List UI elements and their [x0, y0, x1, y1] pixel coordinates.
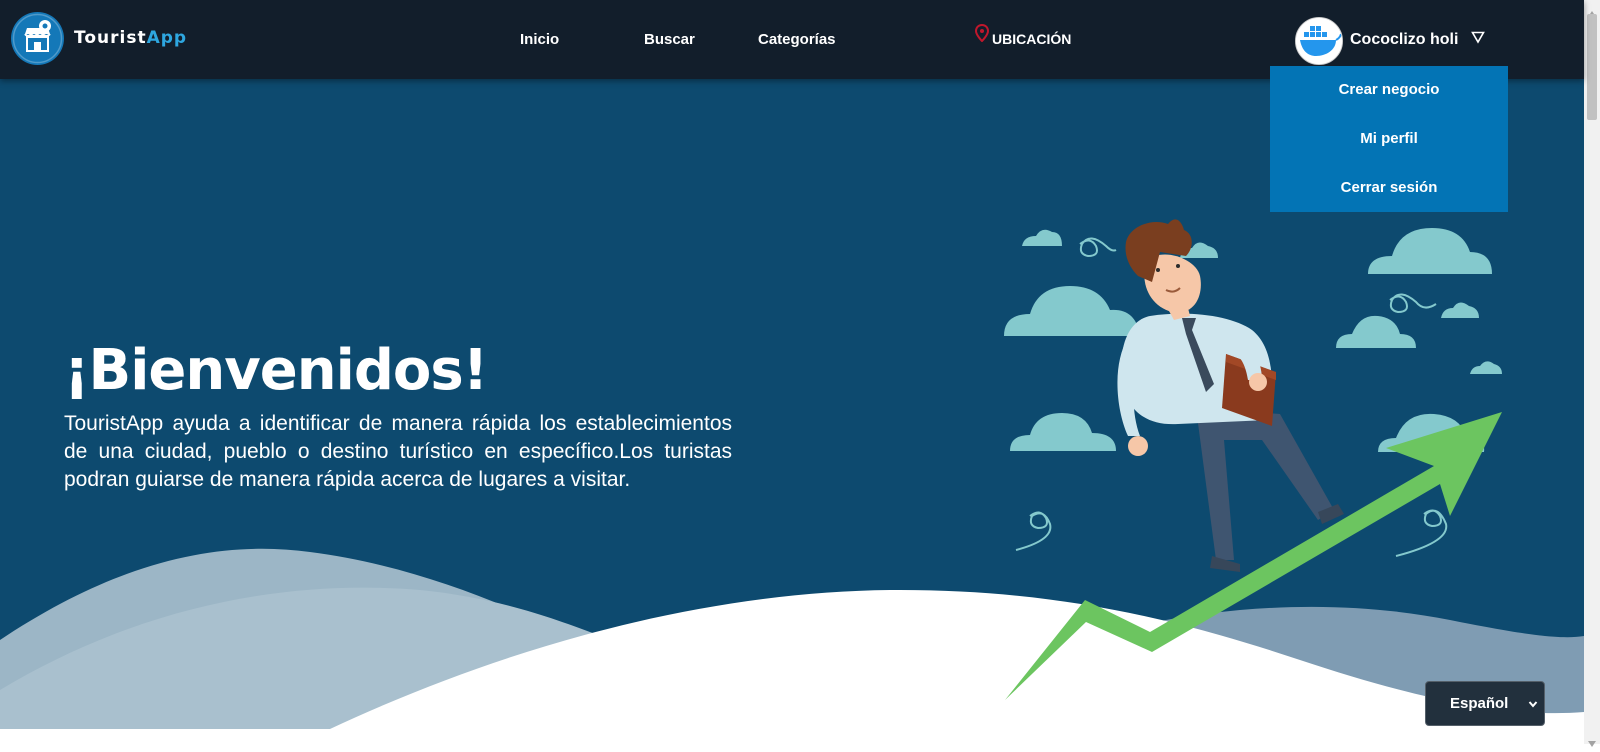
menu-item-mi-perfil[interactable]: Mi perfil: [1270, 130, 1508, 147]
brand-name[interactable]: TouristApp: [74, 28, 187, 48]
nav-link-categorias[interactable]: Categorías: [758, 31, 836, 48]
user-avatar[interactable]: [1295, 17, 1343, 65]
vertical-scrollbar[interactable]: [1584, 0, 1600, 747]
language-select[interactable]: Español: [1425, 681, 1545, 726]
businessman-illustration: [1117, 219, 1344, 572]
user-dropdown-menu: Crear negocio Mi perfil Cerrar sesión: [1270, 66, 1508, 212]
chevron-down-icon: [1528, 696, 1538, 713]
menu-item-crear-negocio[interactable]: Crear negocio: [1270, 81, 1508, 98]
triangle-down-icon[interactable]: [1471, 30, 1485, 49]
scrollbar-thumb[interactable]: [1587, 14, 1597, 120]
user-name[interactable]: Cococlizo holi: [1350, 31, 1458, 49]
store-pin-icon[interactable]: [11, 12, 64, 65]
language-selected: Español: [1450, 695, 1509, 712]
location-link[interactable]: UBICACIÓN: [992, 31, 1071, 47]
hero-title: ¡Bienvenidos!: [64, 338, 488, 403]
scroll-down-arrow-icon[interactable]: [1588, 734, 1596, 752]
nav-link-buscar[interactable]: Buscar: [644, 31, 695, 48]
map-pin-icon: [974, 23, 990, 47]
nav-link-inicio[interactable]: Inicio: [520, 31, 559, 48]
hero-description: TouristApp ayuda a identificar de manera…: [64, 412, 732, 491]
menu-item-cerrar-sesion[interactable]: Cerrar sesión: [1270, 179, 1508, 196]
